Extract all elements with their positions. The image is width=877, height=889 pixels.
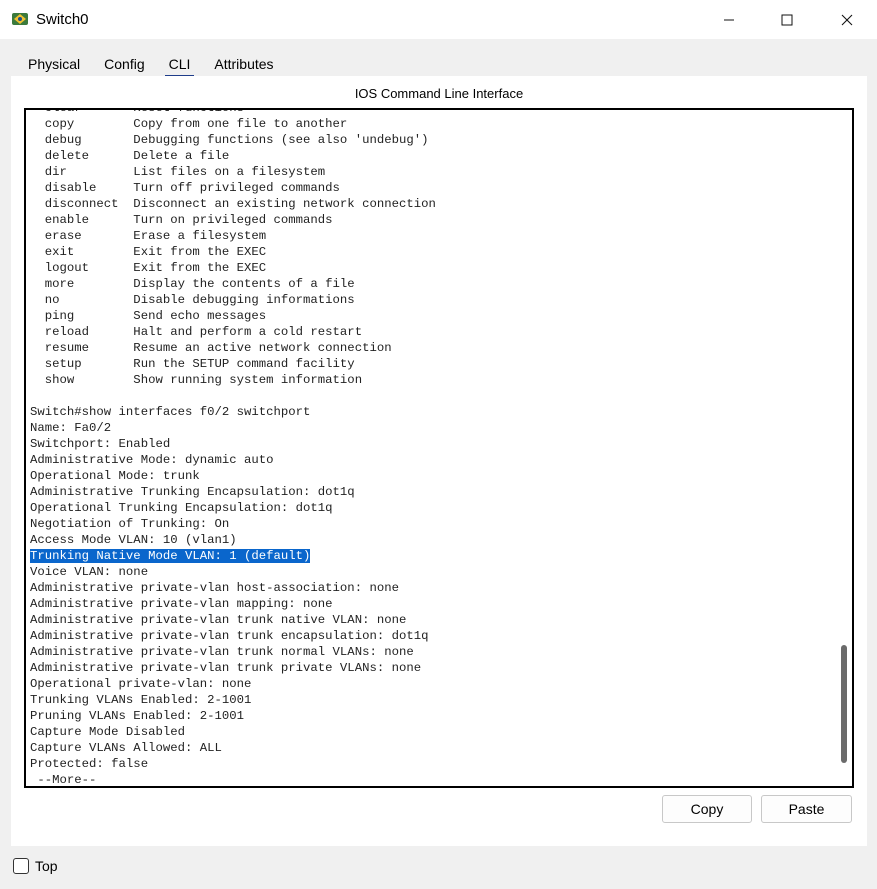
maximize-icon xyxy=(781,14,793,25)
terminal-line: ping Send echo messages xyxy=(30,309,267,323)
terminal-line: Access Mode VLAN: 10 (vlan1) xyxy=(30,533,237,547)
terminal-output[interactable]: clear Reset functions copy Copy from one… xyxy=(30,108,830,787)
copy-button[interactable]: Copy xyxy=(662,795,752,823)
terminal-line: dir List files on a filesystem xyxy=(30,165,326,179)
terminal-line: Operational private-vlan: none xyxy=(30,677,252,691)
terminal-line: --More-- xyxy=(30,773,97,787)
terminal-line: show Show running system information xyxy=(30,373,363,387)
title-bar[interactable]: Switch0 xyxy=(0,0,877,39)
terminal-line: Switchport: Enabled xyxy=(30,437,171,451)
terminal-line: debug Debugging functions (see also 'und… xyxy=(30,133,429,147)
bottom-bar: Top xyxy=(3,849,874,886)
terminal-line: Administrative Trunking Encapsulation: d… xyxy=(30,485,355,499)
terminal-line: Capture VLANs Allowed: ALL xyxy=(30,741,222,755)
terminal-line: setup Run the SETUP command facility xyxy=(30,357,355,371)
terminal-line: Administrative private-vlan trunk encaps… xyxy=(30,629,429,643)
tab-cli[interactable]: CLI xyxy=(156,52,203,77)
terminal-line: Administrative private-vlan trunk privat… xyxy=(30,661,422,675)
terminal-line: Administrative Mode: dynamic auto xyxy=(30,453,274,467)
terminal-line: Switch#show interfaces f0/2 switchport xyxy=(30,405,311,419)
terminal-line: disconnect Disconnect an existing networ… xyxy=(30,197,436,211)
switch-window: Switch0 Physical Config CLI Attributes I… xyxy=(0,0,877,889)
terminal-line: copy Copy from one file to another xyxy=(30,117,348,131)
vertical-scrollbar[interactable] xyxy=(836,110,852,786)
terminal-line: no Disable debugging informations xyxy=(30,293,355,307)
terminal-line: clear Reset functions xyxy=(30,108,245,115)
terminal-line: enable Turn on privileged commands xyxy=(30,213,333,227)
terminal-line: Administrative private-vlan trunk normal… xyxy=(30,645,414,659)
tab-config[interactable]: Config xyxy=(92,52,157,76)
close-icon xyxy=(841,14,853,25)
selected-text: Trunking Native Mode VLAN: 1 (default) xyxy=(30,549,311,563)
paste-button[interactable]: Paste xyxy=(761,795,852,823)
terminal-line: Trunking VLANs Enabled: 2-1001 xyxy=(30,693,252,707)
tab-physical[interactable]: Physical xyxy=(16,52,93,76)
maximize-button[interactable] xyxy=(758,0,816,39)
packet-tracer-switch-icon xyxy=(12,13,28,25)
top-checkbox[interactable] xyxy=(13,858,29,874)
scrollbar-thumb[interactable] xyxy=(841,645,847,763)
tab-bar: Physical Config CLI Attributes xyxy=(16,52,286,77)
terminal-line: Administrative private-vlan trunk native… xyxy=(30,613,407,627)
window-title: Switch0 xyxy=(36,11,89,28)
panel-title: IOS Command Line Interface xyxy=(354,86,524,101)
terminal-line: exit Exit from the EXEC xyxy=(30,245,267,259)
terminal-line: Operational Mode: trunk xyxy=(30,469,200,483)
terminal-line: disable Turn off privileged commands xyxy=(30,181,340,195)
terminal-line: Operational Trunking Encapsulation: dot1… xyxy=(30,501,333,515)
minimize-button[interactable] xyxy=(700,0,758,39)
tab-attributes[interactable]: Attributes xyxy=(202,52,286,76)
terminal-line: Administrative private-vlan host-associa… xyxy=(30,581,399,595)
terminal-line: Pruning VLANs Enabled: 2-1001 xyxy=(30,709,245,723)
close-button[interactable] xyxy=(818,0,876,39)
terminal-line: reload Halt and perform a cold restart xyxy=(30,325,363,339)
cli-terminal[interactable]: clear Reset functions copy Copy from one… xyxy=(24,108,854,788)
terminal-line: Name: Fa0/2 xyxy=(30,421,112,435)
terminal-line: Trunking Native Mode VLAN: 1 (default) xyxy=(30,548,830,564)
terminal-line: erase Erase a filesystem xyxy=(30,229,267,243)
terminal-line: Capture Mode Disabled xyxy=(30,725,185,739)
top-checkbox-label: Top xyxy=(35,858,58,874)
window-content: Physical Config CLI Attributes IOS Comma… xyxy=(3,39,874,886)
terminal-line: Voice VLAN: none xyxy=(30,565,149,579)
cli-panel: IOS Command Line Interface clear Reset f… xyxy=(11,76,867,846)
terminal-line: more Display the contents of a file xyxy=(30,277,355,291)
terminal-line: Protected: false xyxy=(30,757,149,771)
minimize-icon xyxy=(724,19,734,20)
terminal-line: logout Exit from the EXEC xyxy=(30,261,267,275)
terminal-line: resume Resume an active network connecti… xyxy=(30,341,392,355)
terminal-line: Negotiation of Trunking: On xyxy=(30,517,230,531)
terminal-line: Administrative private-vlan mapping: non… xyxy=(30,597,333,611)
terminal-line: delete Delete a file xyxy=(30,149,230,163)
